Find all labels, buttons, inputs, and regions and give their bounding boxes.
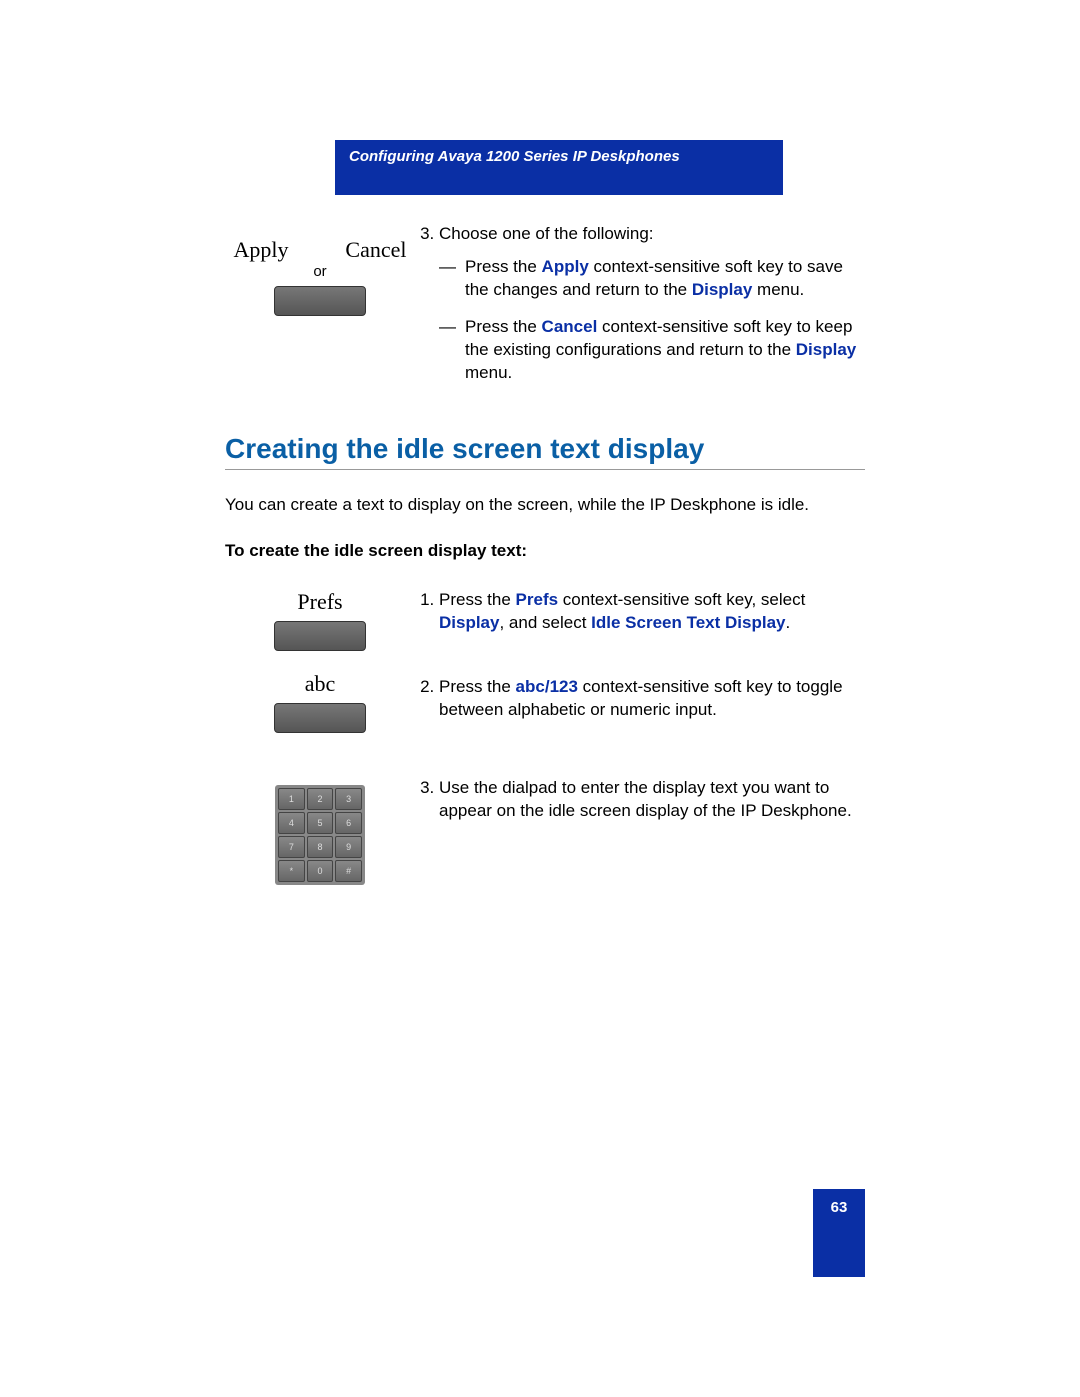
proc-step-3-row: 1 2 3 4 5 6 7 8 9 * 0 # Use the dialpad … xyxy=(225,777,865,885)
procedure-heading: To create the idle screen display text: xyxy=(225,541,865,561)
apply-keyword: Apply xyxy=(542,257,589,276)
chapter-title: Configuring Avaya 1200 Series IP Deskpho… xyxy=(349,148,680,165)
dialpad-key: # xyxy=(335,860,362,882)
step-3-sub-apply: Press the Apply context-sensitive soft k… xyxy=(439,256,865,302)
proc-step-2: Press the abc/123 context-sensitive soft… xyxy=(439,676,865,722)
prefs-softkey-icon xyxy=(274,621,366,651)
or-text: or xyxy=(225,263,415,280)
dialpad-icon: 1 2 3 4 5 6 7 8 9 * 0 # xyxy=(275,785,365,885)
dialpad-key: * xyxy=(278,860,305,882)
dialpad-key: 6 xyxy=(335,812,362,834)
abc-keyword: abc xyxy=(516,677,545,696)
step-3-row: Apply Cancel or Choose one of the follow… xyxy=(225,223,865,403)
display-keyword: Display xyxy=(692,280,752,299)
proc-step-3: Use the dialpad to enter the display tex… xyxy=(439,777,865,823)
intro-paragraph: You can create a text to display on the … xyxy=(225,494,865,517)
proc-step-3-left: 1 2 3 4 5 6 7 8 9 * 0 # xyxy=(225,777,415,885)
prefs-label: Prefs xyxy=(225,589,415,615)
dialpad-key: 9 xyxy=(335,836,362,858)
step-3-sub-cancel: Press the Cancel context-sensitive soft … xyxy=(439,316,865,385)
step-3-text: Choose one of the following: xyxy=(439,224,654,243)
dialpad-key: 8 xyxy=(307,836,334,858)
step-3-left-col: Apply Cancel or xyxy=(225,223,415,336)
section-heading: Creating the idle screen text display xyxy=(225,433,865,470)
dialpad-key: 0 xyxy=(307,860,334,882)
softkey-button-icon xyxy=(274,286,366,316)
proc-step-1-right: Press the Prefs context-sensitive soft k… xyxy=(415,589,865,741)
proc-step-1-row: Prefs abc Press the Prefs context-sensit… xyxy=(225,589,865,753)
display-keyword-3: Display xyxy=(439,613,499,632)
dialpad-key: 4 xyxy=(278,812,305,834)
dialpad-key: 2 xyxy=(307,788,334,810)
cancel-keyword: Cancel xyxy=(542,317,598,336)
dialpad-key: 3 xyxy=(335,788,362,810)
proc-list-3: Use the dialpad to enter the display tex… xyxy=(415,777,865,823)
proc-step-3-right: Use the dialpad to enter the display tex… xyxy=(415,777,865,841)
dialpad-key: 1 xyxy=(278,788,305,810)
proc-step-1-left: Prefs abc xyxy=(225,589,415,753)
123-keyword: 123 xyxy=(550,677,578,696)
softkey-labels: Apply Cancel xyxy=(225,237,415,263)
dialpad-key: 5 xyxy=(307,812,334,834)
step-3-right-col: Choose one of the following: Press the A… xyxy=(415,223,865,403)
proc-step-1: Press the Prefs context-sensitive soft k… xyxy=(439,589,865,635)
dialpad-key: 7 xyxy=(278,836,305,858)
apply-label: Apply xyxy=(233,237,288,263)
step-3-list: Choose one of the following: Press the A… xyxy=(415,223,865,385)
prefs-keyword: Prefs xyxy=(516,590,559,609)
abc-softkey-icon xyxy=(274,703,366,733)
chapter-header: Configuring Avaya 1200 Series IP Deskpho… xyxy=(335,140,783,195)
idle-screen-keyword: Idle Screen Text Display xyxy=(591,613,785,632)
display-keyword-2: Display xyxy=(796,340,856,359)
step-3-item: Choose one of the following: Press the A… xyxy=(439,223,865,385)
proc-list-1: Press the Prefs context-sensitive soft k… xyxy=(415,589,865,723)
cancel-label: Cancel xyxy=(345,237,406,263)
abc-label: abc xyxy=(225,671,415,697)
page-number: 63 xyxy=(813,1189,865,1277)
step-3-sublist: Press the Apply context-sensitive soft k… xyxy=(439,256,865,385)
